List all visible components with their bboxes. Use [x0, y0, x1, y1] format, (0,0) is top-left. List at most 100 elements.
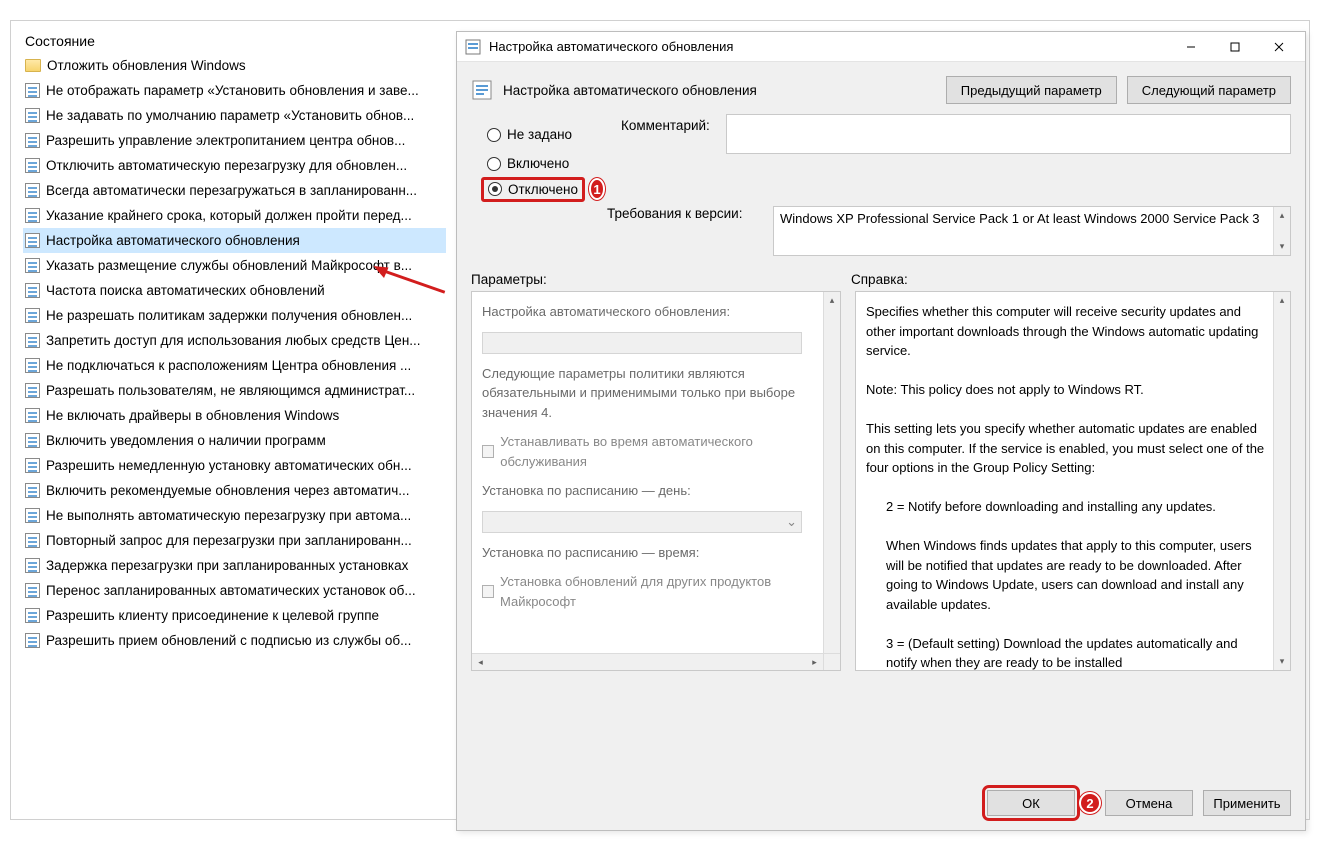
list-item[interactable]: Отключить автоматическую перезагрузку дл…: [23, 153, 446, 178]
list-item[interactable]: Запретить доступ для использования любых…: [23, 328, 446, 353]
list-item[interactable]: Задержка перезагрузки при запланированны…: [23, 553, 446, 578]
policy-item-icon: [25, 608, 40, 623]
list-item[interactable]: Указание крайнего срока, который должен …: [23, 203, 446, 228]
policy-item-icon: [25, 333, 40, 348]
policy-item-icon: [25, 383, 40, 398]
radio-not-configured[interactable]: Не задано: [485, 120, 605, 149]
params-title: Настройка автоматического обновления:: [482, 302, 820, 322]
chk-maintenance: Устанавливать во время автоматического о…: [482, 432, 820, 471]
radio-disabled[interactable]: Отключено: [481, 177, 585, 202]
radio-label: Не задано: [507, 127, 572, 142]
list-item[interactable]: Не разрешать политикам задержки получени…: [23, 303, 446, 328]
help-text: Note: This policy does not apply to Wind…: [866, 380, 1270, 400]
policy-list-pane: Состояние Отложить обновления WindowsНе …: [11, 21, 446, 653]
list-item[interactable]: Разрешить клиенту присоединение к целево…: [23, 603, 446, 628]
ok-button[interactable]: ОК: [987, 790, 1075, 816]
scrollbar[interactable]: ▴▾: [1273, 207, 1290, 255]
policy-item-icon: [25, 108, 40, 123]
radio-enabled[interactable]: Включено: [485, 149, 605, 178]
list-item[interactable]: Не подключаться к расположениям Центра о…: [23, 353, 446, 378]
policy-item-icon: [25, 558, 40, 573]
prev-setting-button[interactable]: Предыдущий параметр: [946, 76, 1117, 104]
close-button[interactable]: [1257, 33, 1301, 61]
comment-textarea[interactable]: [726, 114, 1291, 154]
folder-icon: [25, 59, 41, 72]
policy-item-icon: [25, 308, 40, 323]
apply-button[interactable]: Применить: [1203, 790, 1291, 816]
policy-name: Настройка автоматического обновления: [503, 83, 936, 98]
left-header: Состояние: [23, 27, 446, 53]
list-item[interactable]: Частота поиска автоматических обновлений: [23, 278, 446, 303]
policy-item-icon: [25, 358, 40, 373]
chk-other-products: Установка обновлений для других продукто…: [482, 572, 820, 611]
list-item[interactable]: Настройка автоматического обновления: [23, 228, 446, 253]
policy-item-icon: [25, 133, 40, 148]
titlebar: Настройка автоматического обновления: [457, 32, 1305, 62]
help-text: 3 = (Default setting) Download the updat…: [866, 634, 1270, 672]
time-label: Установка по расписанию — время:: [482, 543, 820, 563]
radio-label: Включено: [507, 156, 569, 171]
params-label: Параметры:: [471, 272, 831, 287]
policy-item-icon: [25, 433, 40, 448]
requirements-label: Требования к версии:: [607, 206, 757, 221]
help-text: Specifies whether this computer will rec…: [866, 302, 1270, 361]
policy-item-icon: [25, 258, 40, 273]
header-strip: Настройка автоматического обновления Пре…: [457, 62, 1305, 114]
comment-label: Комментарий:: [621, 114, 710, 133]
policy-item-icon: [25, 158, 40, 173]
cancel-button[interactable]: Отмена: [1105, 790, 1193, 816]
app-icon: [465, 39, 481, 55]
policy-icon: [471, 79, 493, 101]
list-item[interactable]: Указать размещение службы обновлений Май…: [23, 253, 446, 278]
list-item[interactable]: Повторный запрос для перезагрузки при за…: [23, 528, 446, 553]
help-label: Справка:: [851, 272, 908, 287]
list-item[interactable]: Разрешить немедленную установку автомати…: [23, 453, 446, 478]
maximize-button[interactable]: [1213, 33, 1257, 61]
radio-label: Отключено: [508, 182, 578, 197]
params-panel: Настройка автоматического обновления: Сл…: [471, 291, 841, 671]
config-select: [482, 332, 802, 354]
policy-list[interactable]: Отложить обновления WindowsНе отображать…: [23, 53, 446, 653]
next-setting-button[interactable]: Следующий параметр: [1127, 76, 1291, 104]
help-text: When Windows finds updates that apply to…: [866, 536, 1270, 614]
state-radio-group: Не задано Включено Отключено 1: [485, 114, 605, 200]
help-text: This setting lets you specify whether au…: [866, 419, 1270, 478]
policy-item-icon: [25, 508, 40, 523]
policy-item-icon: [25, 233, 40, 248]
list-item[interactable]: Всегда автоматически перезагружаться в з…: [23, 178, 446, 203]
list-item[interactable]: Не включать драйверы в обновления Window…: [23, 403, 446, 428]
list-item[interactable]: Не выполнять автоматическую перезагрузку…: [23, 503, 446, 528]
policy-item-icon: [25, 583, 40, 598]
policy-dialog: Настройка автоматического обновления Нас…: [456, 31, 1306, 831]
list-item[interactable]: Разрешить прием обновлений с подписью из…: [23, 628, 446, 653]
policy-item-icon: [25, 208, 40, 223]
callout-1: 1: [589, 178, 605, 200]
help-panel: Specifies whether this computer will rec…: [855, 291, 1291, 671]
list-item[interactable]: Включить уведомления о наличии программ: [23, 428, 446, 453]
scrollbar[interactable]: ◂▸: [472, 653, 823, 670]
requirements-text: Windows XP Professional Service Pack 1 o…: [780, 211, 1260, 226]
day-label: Установка по расписанию — день:: [482, 481, 820, 501]
list-item[interactable]: Разрешать пользователям, не являющимся а…: [23, 378, 446, 403]
scrollbar[interactable]: ▴▾: [1273, 292, 1290, 670]
outer-frame: Состояние Отложить обновления WindowsНе …: [10, 20, 1310, 820]
list-item[interactable]: Не задавать по умолчанию параметр «Устан…: [23, 103, 446, 128]
list-item[interactable]: Не отображать параметр «Установить обнов…: [23, 78, 446, 103]
policy-item-icon: [25, 533, 40, 548]
dialog-title: Настройка автоматического обновления: [489, 39, 1169, 54]
list-item[interactable]: Перенос запланированных автоматических у…: [23, 578, 446, 603]
callout-2: 2: [1079, 792, 1101, 814]
help-text: 2 = Notify before downloading and instal…: [866, 497, 1270, 517]
list-item[interactable]: Включить рекомендуемые обновления через …: [23, 478, 446, 503]
requirements-box: Windows XP Professional Service Pack 1 o…: [773, 206, 1291, 256]
policy-item-icon: [25, 283, 40, 298]
policy-item-icon: [25, 633, 40, 648]
dialog-buttons: ОК 2 Отмена Применить: [457, 774, 1305, 830]
params-note: Следующие параметры политики являются об…: [482, 364, 820, 423]
minimize-button[interactable]: [1169, 33, 1213, 61]
list-item-folder[interactable]: Отложить обновления Windows: [23, 53, 446, 78]
policy-item-icon: [25, 408, 40, 423]
policy-item-icon: [25, 483, 40, 498]
scrollbar[interactable]: ▴▾: [823, 292, 840, 670]
list-item[interactable]: Разрешить управление электропитанием цен…: [23, 128, 446, 153]
